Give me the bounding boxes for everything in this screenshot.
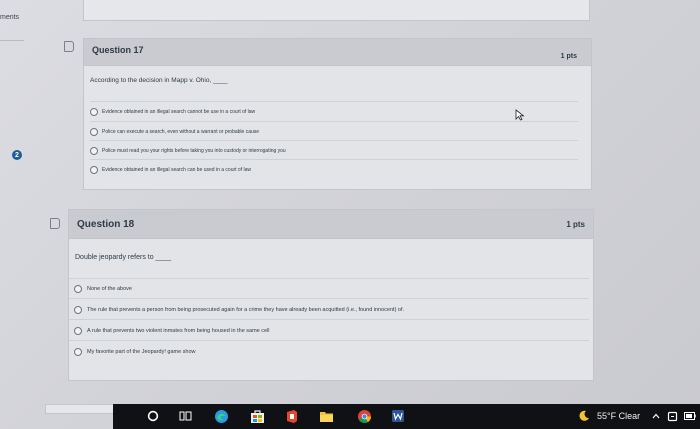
answer-option[interactable]: The rule that prevents a person from bei… xyxy=(69,298,589,320)
taskbar: 55°F Clear xyxy=(0,404,700,429)
answer-label: A rule that prevents two violent inmates… xyxy=(87,327,270,334)
answer-option[interactable]: Police must read you your rights before … xyxy=(90,140,578,161)
answer-option[interactable]: Evidence obtained in an illegal search c… xyxy=(90,159,578,180)
network-icon[interactable] xyxy=(666,408,678,424)
question-header: Question 18 1 pts xyxy=(69,210,593,239)
answer-option[interactable]: Evidence obtained in an illegal search c… xyxy=(90,101,578,122)
answer-label: My favorite part of the Jeopardy! game s… xyxy=(87,348,196,355)
weather-text[interactable]: 55°F Clear xyxy=(597,411,640,421)
radio-button[interactable] xyxy=(90,108,98,116)
answer-label: Police can execute a search, even withou… xyxy=(102,129,260,135)
answer-label: Evidence obtained in an illegal search c… xyxy=(102,167,251,173)
file-explorer-icon[interactable] xyxy=(318,408,334,424)
radio-button[interactable] xyxy=(74,305,82,314)
previous-question-box xyxy=(83,0,590,21)
question-prompt: According to the decision in Mapp v. Ohi… xyxy=(90,77,228,84)
question-prompt: Double jeopardy refers to ____ xyxy=(75,254,172,261)
radio-button[interactable] xyxy=(74,326,82,335)
question-18: Question 18 1 pts Double jeopardy refers… xyxy=(68,209,594,381)
radio-button[interactable] xyxy=(90,128,98,136)
question-title: Question 18 xyxy=(77,219,135,230)
flag-question-icon[interactable] xyxy=(64,41,74,52)
question-title: Question 17 xyxy=(92,45,144,55)
answer-option[interactable]: A rule that prevents two violent inmates… xyxy=(69,319,589,341)
battery-icon[interactable] xyxy=(683,408,697,424)
answer-option[interactable]: None of the above xyxy=(69,278,589,299)
radio-button[interactable] xyxy=(74,285,82,293)
edge-icon[interactable] xyxy=(213,408,229,424)
radio-button[interactable] xyxy=(90,166,98,174)
answer-label: None of the above xyxy=(87,286,132,292)
chevron-up-icon[interactable] xyxy=(651,408,661,424)
radio-button[interactable] xyxy=(90,147,98,155)
answer-label: Evidence obtained in an illegal search c… xyxy=(102,109,256,115)
cortana-icon[interactable] xyxy=(145,408,161,424)
question-points: 1 pts xyxy=(566,220,585,229)
radio-button[interactable] xyxy=(74,347,82,356)
answer-option[interactable]: My favorite part of the Jeopardy! game s… xyxy=(69,340,589,362)
weather-moon-icon[interactable] xyxy=(577,408,591,424)
store-icon[interactable] xyxy=(249,408,265,424)
sidebar-badge[interactable]: 2 xyxy=(12,150,22,160)
answer-label: Police must read you your rights before … xyxy=(102,148,286,154)
question-points: 1 pts xyxy=(560,53,577,60)
office-icon[interactable] xyxy=(284,408,300,424)
flag-question-icon[interactable] xyxy=(50,218,60,229)
task-view-icon[interactable] xyxy=(177,408,193,424)
chrome-icon[interactable] xyxy=(356,408,372,424)
answer-option[interactable]: Police can execute a search, even withou… xyxy=(90,121,578,142)
mouse-cursor-icon xyxy=(515,109,525,121)
sidebar-divider xyxy=(0,40,24,41)
word-icon[interactable] xyxy=(390,408,406,424)
question-header: Question 17 1 pts xyxy=(84,39,591,66)
sidebar-label: ments xyxy=(0,14,20,21)
answer-label: The rule that prevents a person from bei… xyxy=(87,306,405,313)
